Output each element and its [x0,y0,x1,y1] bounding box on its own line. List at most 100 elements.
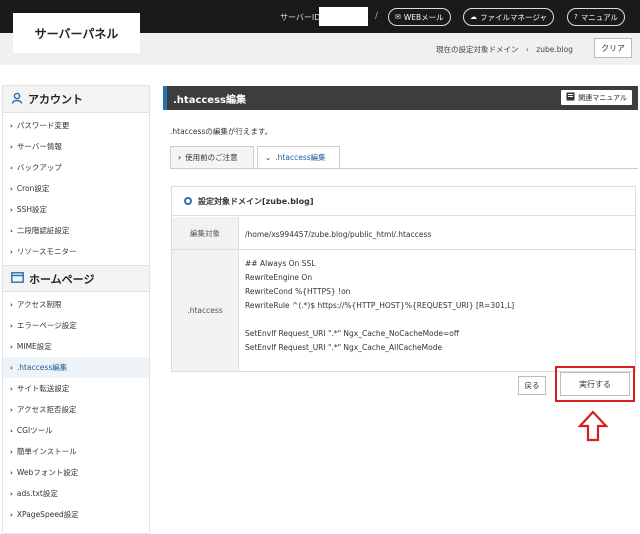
chevron-right-icon: › [10,384,13,393]
target-domain-header: 設定対象ドメイン[zube.blog] [172,187,635,216]
globe-icon: ✉ [395,13,401,21]
sidebar-section-account: アカウント [3,86,149,113]
sidebar-item-label: XPageSpeed設定 [16,510,79,519]
sidebar-item-label: MIME設定 [16,342,52,351]
chevron-right-icon: › [10,205,13,214]
page-title-bar: .htaccess編集 関連マニュアル [163,86,638,110]
sidebar-item-label: アクセス拒否設定 [16,405,77,414]
page-description: .htaccessの編集が行えます。 [170,127,273,136]
chevron-right-icon: › [10,163,13,172]
arrow-up-icon [577,410,609,442]
sidebar-section-title: アカウント [28,93,83,106]
file-manager-label: ファイルマネージャ [480,12,547,22]
window-icon [11,271,24,286]
webmail-label: WEBメール [403,12,444,22]
sidebar-item-xpagespeed[interactable]: › XPageSpeed設定 [3,504,149,525]
sidebar-item-resource-monitor[interactable]: › リソースモニター [3,241,149,262]
code-line: RewriteCond %{HTTPS} !on [245,287,351,296]
htaccess-editor[interactable]: ## Always On SSL RewriteEngine On Rewrit… [245,257,625,355]
chevron-right-icon: › [10,300,13,309]
sidebar-section-title: ホームページ [29,272,95,286]
code-line: RewriteEngine On [245,273,313,282]
sidebar-item-ssh[interactable]: › SSH設定 [3,199,149,220]
current-domain-label: 現在の設定対象ドメイン [436,45,519,54]
chevron-right-icon: › [10,142,13,151]
sidebar: アカウント › パスワード変更 › サーバー情報 › バックアップ › Cron設定 ›… [2,85,150,534]
code-line: SetEnvIf Request_URI ".*" Ngx_Cache_NoCa… [245,329,460,338]
sidebar-item-web-font[interactable]: › Webフォント設定 [3,462,149,483]
clear-button[interactable]: クリア [594,38,632,58]
file-manager-button[interactable]: ☁ ファイルマネージャ [463,8,554,26]
sidebar-item-password[interactable]: › パスワード変更 [3,115,149,136]
execute-button[interactable]: 実行する [560,372,630,396]
server-id-label: サーバーID [280,13,321,22]
current-domain: 現在の設定対象ドメイン › zube.blog [436,44,573,55]
related-manual-button[interactable]: 関連マニュアル [561,90,632,105]
sidebar-item-label: エラーページ設定 [16,321,77,330]
edit-target-path: /home/xs994457/zube.blog/public_html/.ht… [245,230,432,239]
sidebar-item-label: SSH設定 [16,205,48,214]
chevron-right-icon: › [178,153,182,162]
back-button[interactable]: 戻る [518,376,546,395]
sidebar-item-label: リソースモニター [16,247,77,256]
webmail-button[interactable]: ✉ WEBメール [388,8,451,26]
sidebar-item-label: CGIツール [16,426,53,435]
chevron-right-icon: › [10,468,13,477]
tab-label: .htaccess編集 [275,153,326,162]
chevron-right-icon: › [10,121,13,130]
sidebar-item-label: サーバー情報 [16,142,62,151]
chevron-right-icon: › [10,510,13,519]
sidebar-item-error-page[interactable]: › エラーページ設定 [3,315,149,336]
chevron-right-icon: › [10,184,13,193]
sidebar-item-access-deny[interactable]: › アクセス拒否設定 [3,399,149,420]
chevron-right-icon: › [10,363,13,372]
sidebar-item-2fa[interactable]: › 二段階認証設定 [3,220,149,241]
sidebar-item-backup[interactable]: › バックアップ [3,157,149,178]
sidebar-item-label: Cron設定 [16,184,50,193]
sidebar-item-label: 二段階認証設定 [16,226,70,235]
logo[interactable]: サーバーパネル [13,13,140,53]
sidebar-item-htaccess[interactable]: › .htaccess編集 [3,357,149,378]
sidebar-item-mime[interactable]: › MIME設定 [3,336,149,357]
current-domain-value: zube.blog [536,45,573,54]
book-icon [566,92,575,103]
radio-icon [184,197,192,205]
sidebar-item-site-redirect[interactable]: › サイト転送設定 [3,378,149,399]
chevron-right-icon: › [10,447,13,456]
tab-label: 使用前のご注意 [185,153,238,162]
code-line: ## Always On SSL [245,259,316,268]
header-separator: / [375,11,379,21]
related-manual-label: 関連マニュアル [578,93,627,102]
sidebar-item-label: 簡単インストール [16,447,77,456]
sidebar-item-access-restriction[interactable]: › アクセス制限 [3,294,149,315]
tab-htaccess-edit[interactable]: ⌄ .htaccess編集 [257,146,340,169]
htaccess-label: .htaccess [172,250,239,371]
target-domain-label: 設定対象ドメイン[zube.blog] [198,196,314,206]
sidebar-item-server-info[interactable]: › サーバー情報 [3,136,149,157]
help-icon: ? [574,13,578,21]
code-line: RewriteRule ^(.*)$ https://%{HTTP_HOST}%… [245,301,515,310]
sidebar-item-label: バックアップ [16,163,62,172]
tab-precautions[interactable]: › 使用前のご注意 [170,146,254,169]
chevron-right-icon: › [10,426,13,435]
sidebar-item-cgi-tools[interactable]: › CGIツール [3,420,149,441]
manual-label: マニュアル [580,12,618,22]
chevron-right-icon: › [10,226,13,235]
user-icon [11,92,23,107]
sidebar-item-cron[interactable]: › Cron設定 [3,178,149,199]
code-line: SetEnvIf Request_URI ".*" Ngx_Cache_AllC… [245,343,443,352]
sidebar-item-easy-install[interactable]: › 簡単インストール [3,441,149,462]
sidebar-item-label: サイト転送設定 [16,384,70,393]
manual-button[interactable]: ? マニュアル [567,8,625,26]
chevron-right-icon: › [10,342,13,351]
chevron-right-icon: › [10,247,13,256]
htaccess-edit-panel: 設定対象ドメイン[zube.blog] 編集対象 /home/xs994457/… [171,186,636,372]
sidebar-item-label: ads.txt設定 [16,489,58,498]
chevron-right-icon: › [10,405,13,414]
page-title: .htaccess編集 [173,94,246,106]
chevron-down-icon: ⌄ [265,153,272,162]
tab-divider [170,168,638,169]
sidebar-item-ads-txt[interactable]: › ads.txt設定 [3,483,149,504]
server-id-value [319,7,368,26]
